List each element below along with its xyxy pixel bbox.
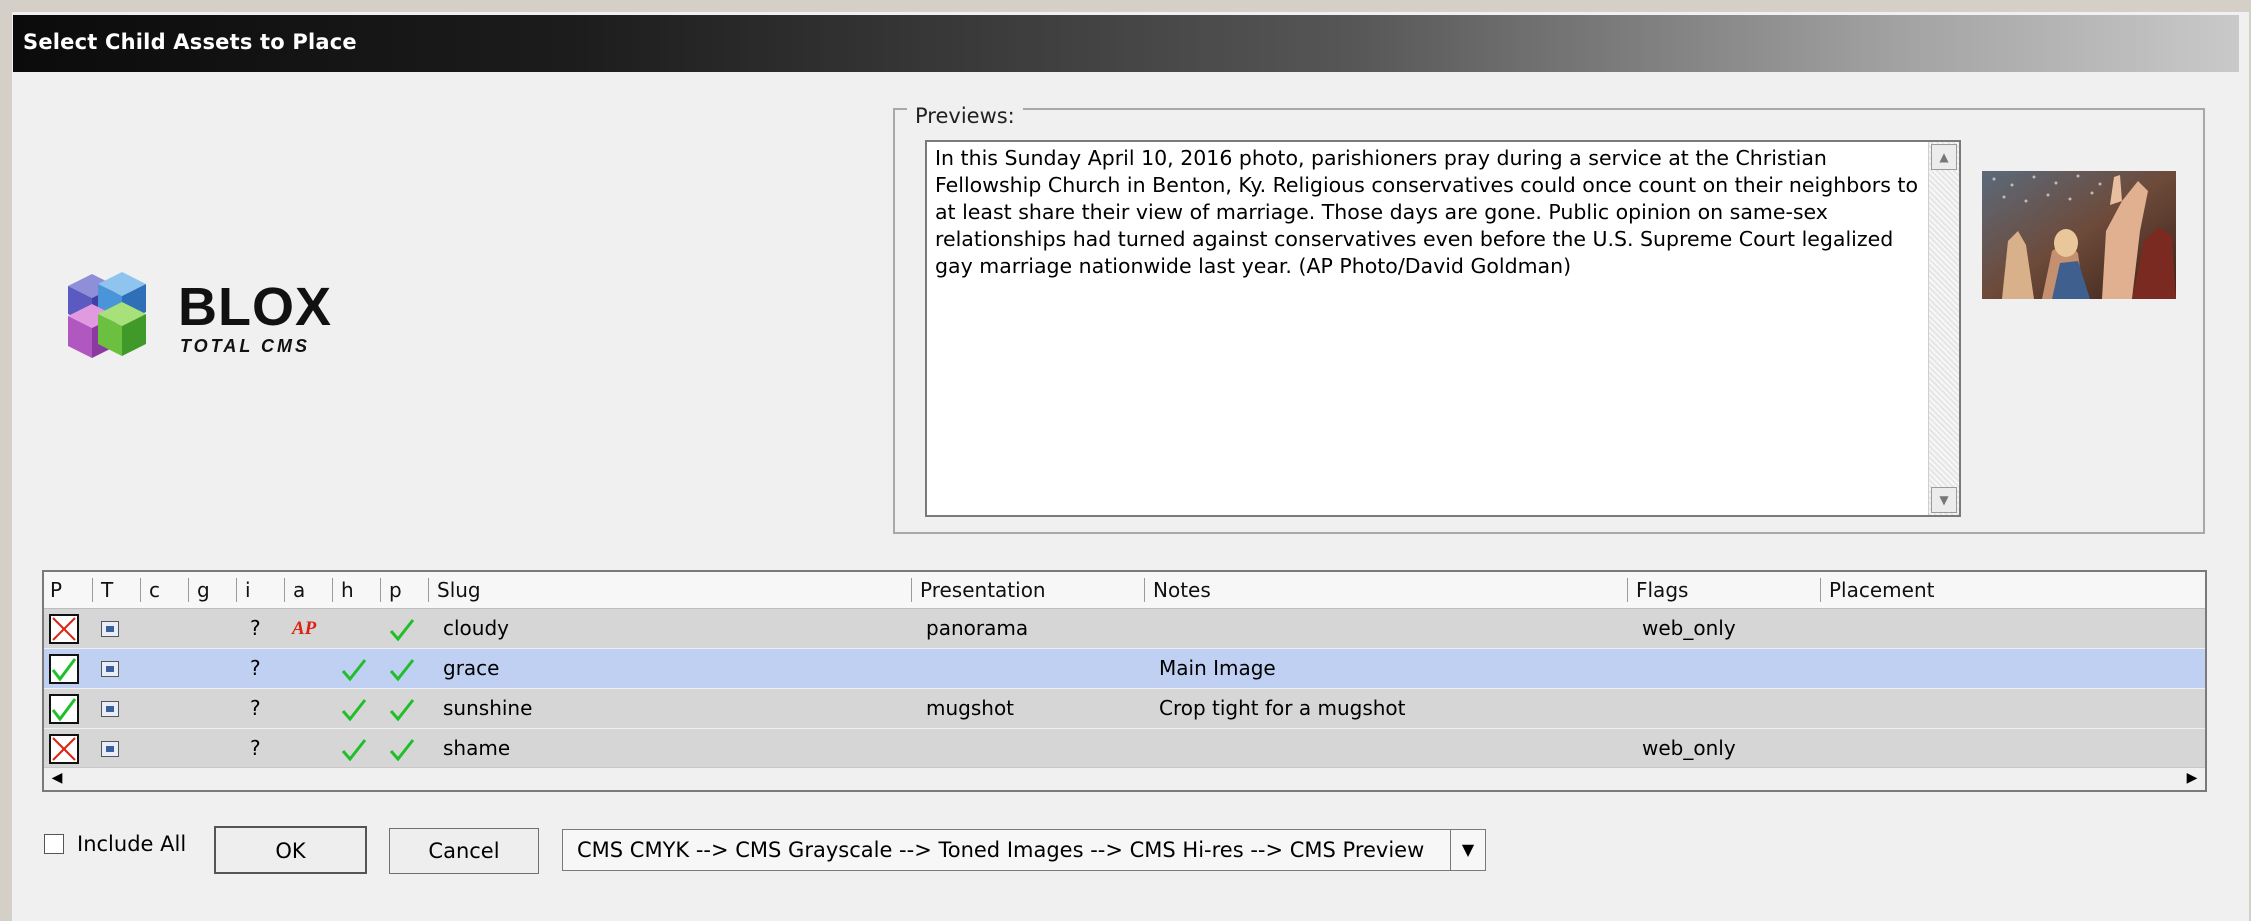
preview-check-icon [388,609,416,648]
scroll-down-icon[interactable]: ▼ [1931,487,1957,513]
col-header-g[interactable]: g [188,578,237,602]
checked-icon [51,698,77,722]
slug-cell: grace [443,656,500,680]
logo-word: BLOX [178,277,333,337]
col-header-p[interactable]: P [44,578,90,602]
cancel-button[interactable]: Cancel [389,828,539,874]
title-bar[interactable]: Select Child Assets to Place [13,15,2239,72]
col-header-h[interactable]: h [332,578,381,602]
window-title: Select Child Assets to Place [23,30,357,54]
slug-cell: cloudy [443,616,509,640]
info-cell[interactable]: ? [250,689,261,728]
blox-logo: BLOX TOTAL CMS [62,266,332,376]
asset-table[interactable]: P T c g i a h p Slug Presentation Notes … [42,570,2207,792]
pipeline-select[interactable]: CMS CMYK --> CMS Grayscale --> Toned Ima… [562,829,1486,871]
cube-logo-icon [68,272,146,358]
chevron-down-icon[interactable]: ▼ [1450,830,1485,870]
col-header-p2[interactable]: p [380,578,429,602]
pipeline-value: CMS CMYK --> CMS Grayscale --> Toned Ima… [577,838,1425,862]
slug-cell: sunshine [443,696,533,720]
place-checkbox[interactable] [49,734,79,764]
scroll-left-icon[interactable]: ◀ [46,768,68,788]
horizontal-scrollbar[interactable]: ◀ ▶ [44,767,2205,790]
scroll-right-icon[interactable]: ▶ [2181,768,2203,788]
info-cell[interactable]: ? [250,649,261,688]
table-row[interactable]: ? AP cloudy panorama web_only [44,609,2205,649]
hires-check-icon [340,689,368,728]
col-header-presentation[interactable]: Presentation [911,578,1140,602]
presentation-cell[interactable]: mugshot [926,689,1014,728]
preview-check-icon [388,689,416,728]
col-header-t[interactable]: T [92,578,141,602]
preview-check-icon [388,649,416,688]
place-checkbox[interactable] [49,694,79,724]
notes-cell[interactable]: Main Image [1159,649,1276,688]
table-row[interactable]: ? grace Main Image [44,649,2205,689]
vertical-scrollbar[interactable]: ▲ ▼ [1928,142,1959,515]
notes-cell[interactable]: Crop tight for a mugshot [1159,689,1406,728]
table-row[interactable]: ? shame web_only [44,729,2205,769]
checked-icon [51,658,77,682]
scroll-up-icon[interactable]: ▲ [1931,144,1957,170]
type-image-icon [101,701,119,717]
type-image-icon [101,661,119,677]
col-header-a[interactable]: a [284,578,333,602]
table-row[interactable]: ? sunshine mugshot Crop tight for a mugs… [44,689,2205,729]
preview-check-icon [388,729,416,768]
presentation-cell[interactable]: panorama [926,609,1028,648]
unchecked-x-icon [52,737,76,761]
col-header-placement[interactable]: Placement [1820,578,2129,602]
place-checkbox[interactable] [49,614,79,644]
flags-cell: web_only [1642,736,1736,760]
col-header-c[interactable]: c [140,578,189,602]
col-header-flags[interactable]: Flags [1627,578,1816,602]
logo-subtitle: TOTAL CMS [180,336,310,356]
flags-cell: web_only [1642,616,1736,640]
description-textarea[interactable]: In this Sunday April 10, 2016 photo, par… [925,140,1961,517]
preview-thumbnail[interactable] [1982,171,2176,299]
slug-cell: shame [443,736,511,760]
col-header-notes[interactable]: Notes [1144,578,1623,602]
unchecked-x-icon [52,617,76,641]
type-image-icon [101,621,119,637]
col-header-slug[interactable]: Slug [428,578,907,602]
info-cell[interactable]: ? [250,609,261,648]
col-header-i[interactable]: i [236,578,285,602]
type-image-icon [101,741,119,757]
ok-button[interactable]: OK [214,826,367,874]
include-all-label[interactable]: Include All [77,832,186,856]
include-all-box[interactable] [44,834,64,854]
previews-legend: Previews: [907,104,1023,128]
description-text: In this Sunday April 10, 2016 photo, par… [935,146,1918,278]
table-header: P T c g i a h p Slug Presentation Notes … [44,572,2205,609]
info-cell[interactable]: ? [250,729,261,768]
place-checkbox[interactable] [49,654,79,684]
hires-check-icon [340,729,368,768]
hires-check-icon [340,649,368,688]
ap-source-icon: AP [292,618,317,639]
